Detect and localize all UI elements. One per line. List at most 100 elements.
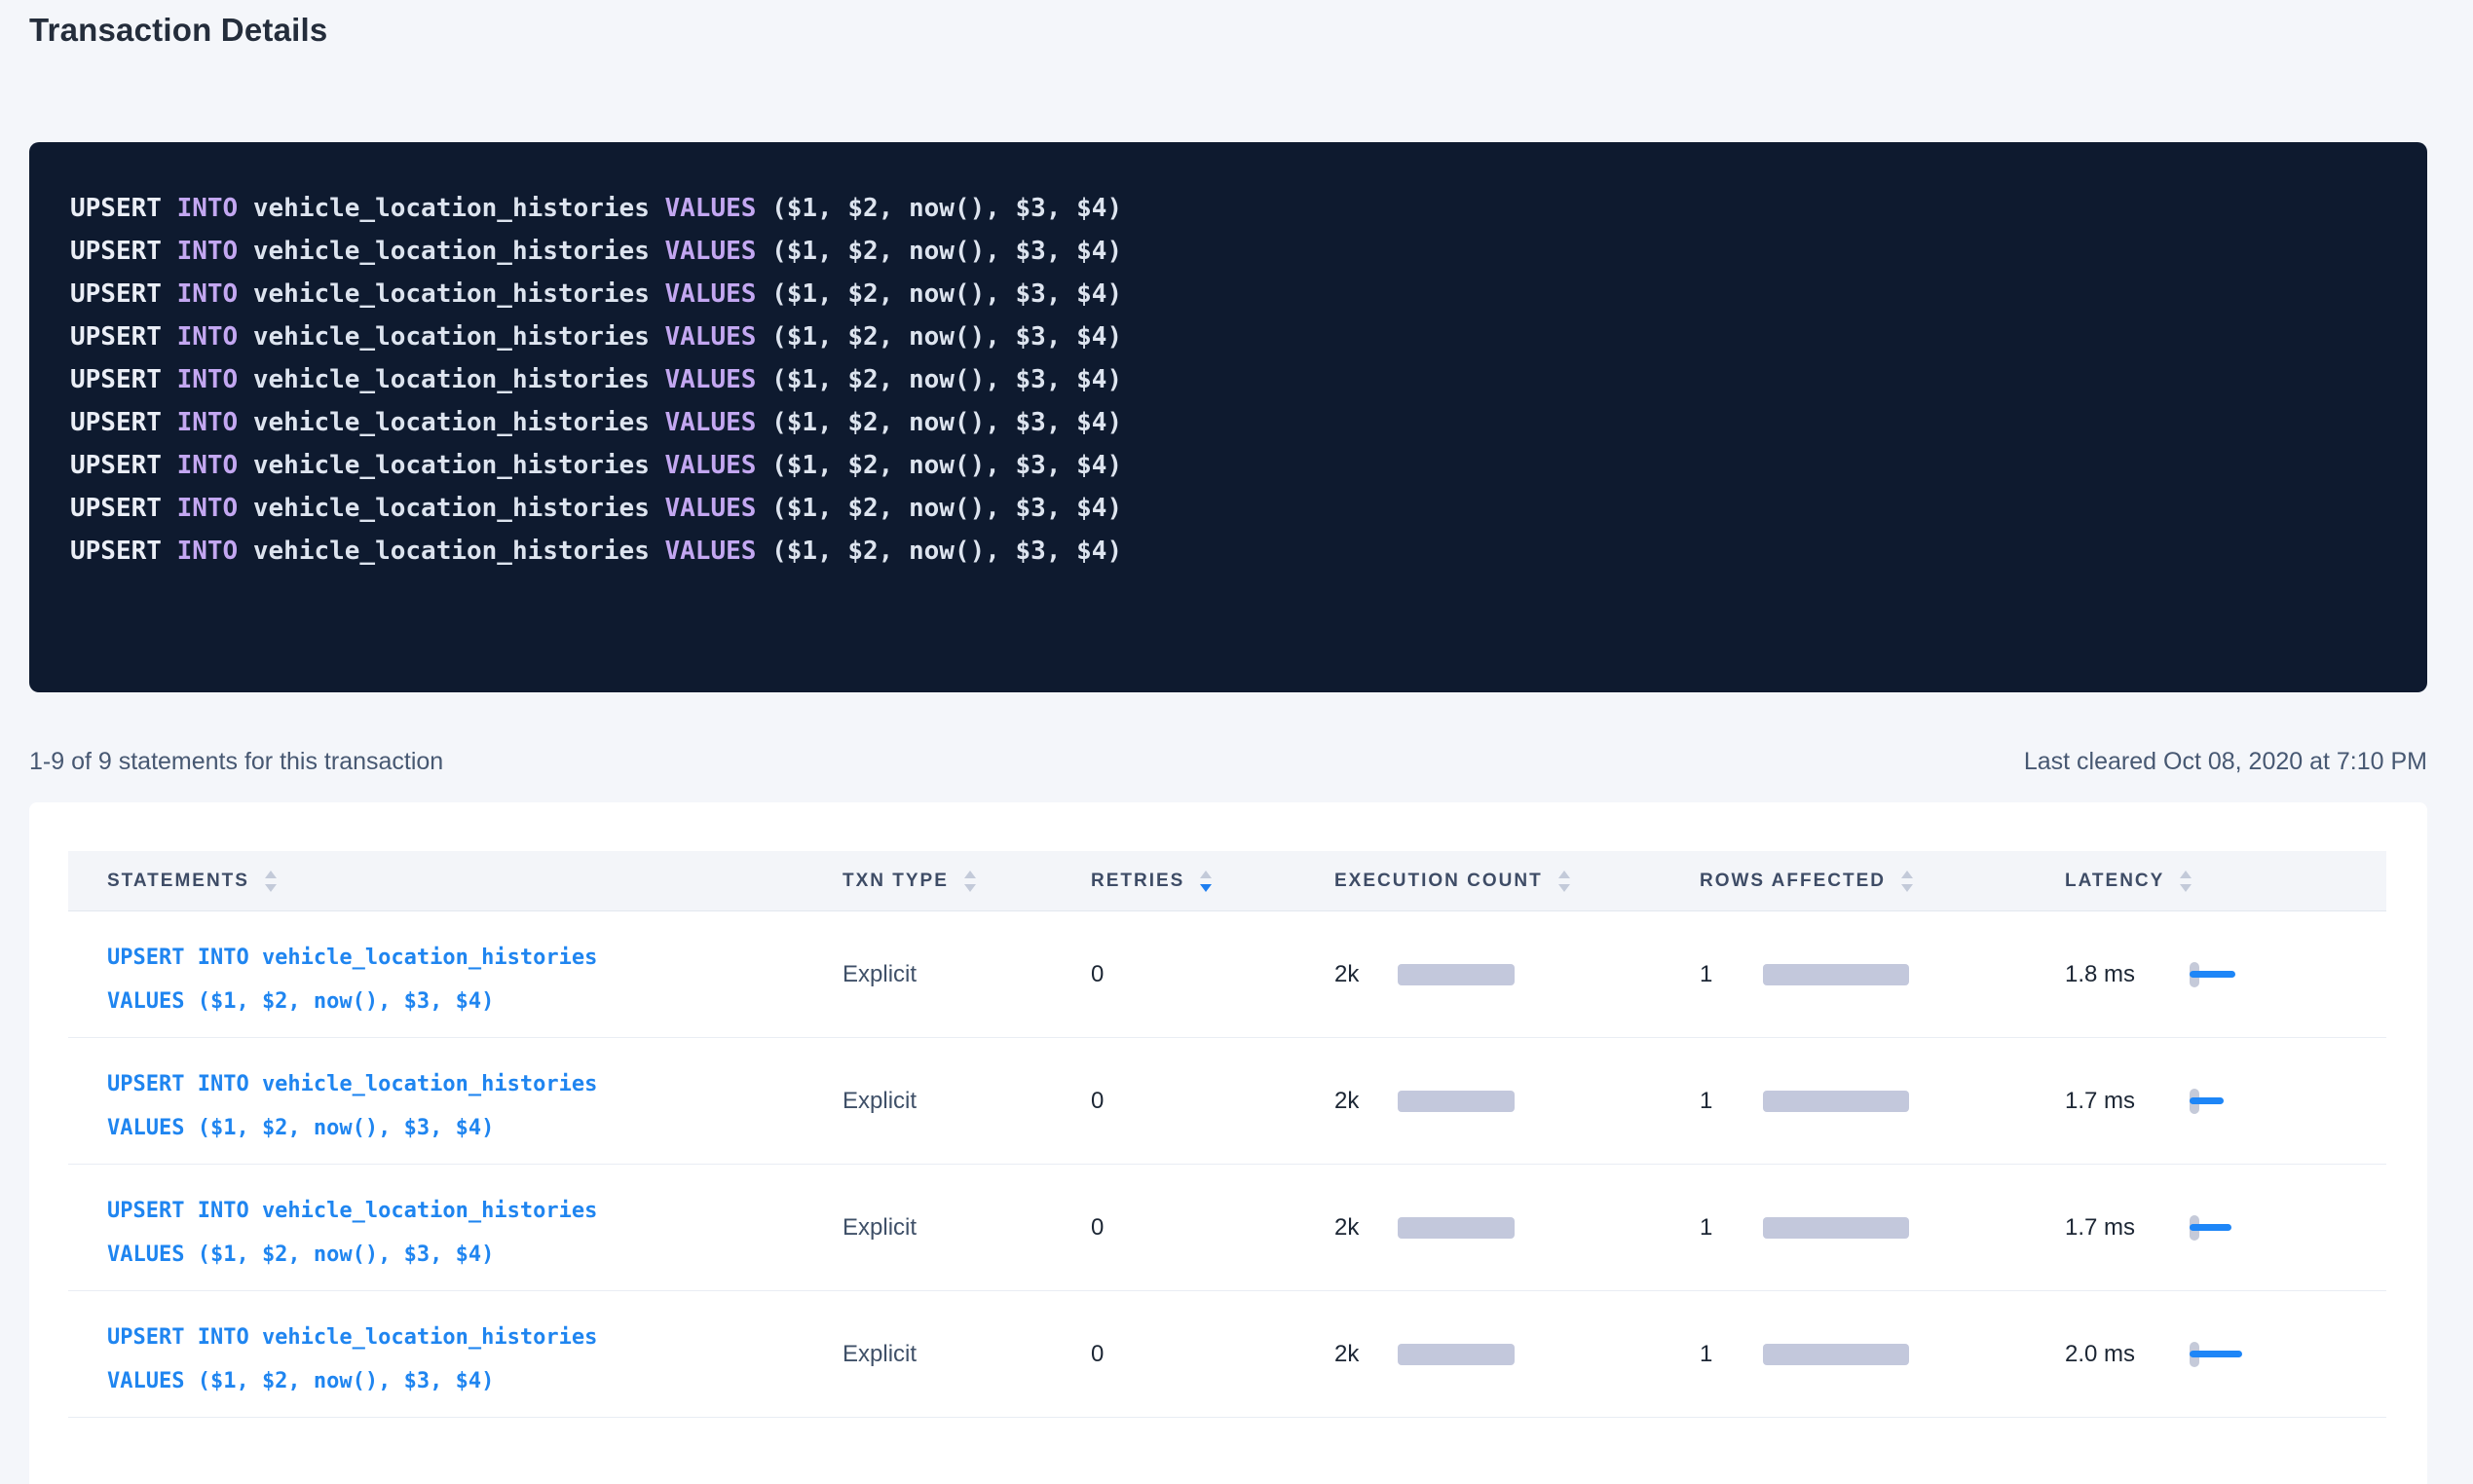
execution-count-value: 2k (1334, 1341, 1398, 1368)
latency-bar-chart (2190, 1341, 2277, 1368)
statement-line-1: UPSERT INTO vehicle_location_histories (107, 936, 833, 980)
column-header-txn-type[interactable]: TXN TYPE (833, 851, 1081, 910)
sort-arrows-icon (1558, 871, 1570, 892)
table-row: UPSERT INTO vehicle_location_historiesVA… (68, 1291, 2386, 1418)
sort-desc-icon (964, 884, 976, 892)
statement-line-2: VALUES ($1, $2, now(), $3, $4) (107, 1233, 833, 1277)
statement-cell: UPSERT INTO vehicle_location_historiesVA… (68, 911, 833, 1037)
rows-affected-value: 1 (1700, 1214, 1763, 1242)
execution-count-cell: 2k (1325, 1291, 1690, 1417)
column-label: RETRIES (1091, 871, 1184, 892)
latency-bar (2190, 971, 2235, 978)
rows-affected-bar (1763, 1344, 1909, 1365)
column-label: TXN TYPE (843, 871, 949, 892)
sort-arrows-icon (2180, 871, 2192, 892)
txn-type-value: Explicit (843, 1341, 917, 1368)
latency-bar (2190, 1097, 2224, 1104)
column-label: EXECUTION COUNT (1334, 871, 1543, 892)
statement-line-2: VALUES ($1, $2, now(), $3, $4) (107, 1359, 833, 1403)
execution-count-bar (1398, 1344, 1515, 1365)
retries-value: 0 (1091, 1341, 1104, 1368)
sort-asc-icon (1200, 871, 1212, 878)
rows-affected-bar (1763, 1091, 1909, 1112)
statement-link[interactable]: UPSERT INTO vehicle_location_historiesVA… (107, 1189, 833, 1277)
execution-count-bar (1398, 1217, 1515, 1239)
latency-cell: 1.7 ms (2055, 1165, 2386, 1290)
rows-affected-value: 1 (1700, 1341, 1763, 1368)
sql-statements-box: UPSERT INTO vehicle_location_histories V… (29, 142, 2427, 692)
sql-statement-line: UPSERT INTO vehicle_location_histories V… (70, 401, 2386, 444)
sort-arrows-icon (1901, 871, 1913, 892)
rows-affected-value: 1 (1700, 1088, 1763, 1115)
execution-count-bar (1398, 964, 1515, 985)
latency-bar-chart (2190, 1214, 2277, 1242)
execution-count-value: 2k (1334, 1214, 1398, 1242)
rows-affected-bar (1763, 964, 1909, 985)
statement-link[interactable]: UPSERT INTO vehicle_location_historiesVA… (107, 1062, 833, 1150)
statement-cell: UPSERT INTO vehicle_location_historiesVA… (68, 1291, 833, 1417)
column-header-execution-count[interactable]: EXECUTION COUNT (1325, 851, 1690, 910)
statement-line-2: VALUES ($1, $2, now(), $3, $4) (107, 980, 833, 1023)
statements-table-body: UPSERT INTO vehicle_location_historiesVA… (68, 911, 2388, 1418)
latency-bar (2190, 1224, 2231, 1231)
retries-value: 0 (1091, 1214, 1104, 1242)
rows-affected-bar (1763, 1217, 1909, 1239)
execution-count-cell: 2k (1325, 911, 1690, 1037)
column-header-statements[interactable]: STATEMENTS (68, 851, 833, 910)
table-row: UPSERT INTO vehicle_location_historiesVA… (68, 1165, 2386, 1291)
sql-statement-line: UPSERT INTO vehicle_location_histories V… (70, 487, 2386, 530)
last-cleared-timestamp: Last cleared Oct 08, 2020 at 7:10 PM (2024, 748, 2427, 776)
latency-value: 1.7 ms (2065, 1214, 2190, 1242)
rows-affected-cell: 1 (1690, 911, 2055, 1037)
rows-affected-cell: 1 (1690, 1165, 2055, 1290)
sql-statement-line: UPSERT INTO vehicle_location_histories V… (70, 230, 2386, 273)
retries-cell: 0 (1081, 1165, 1325, 1290)
retries-value: 0 (1091, 961, 1104, 988)
txn-type-cell: Explicit (833, 1291, 1081, 1417)
sort-asc-icon (265, 871, 277, 878)
execution-count-bar (1398, 1091, 1515, 1112)
sort-arrows-icon (265, 871, 277, 892)
sort-asc-icon (1558, 871, 1570, 878)
txn-type-cell: Explicit (833, 1165, 1081, 1290)
sort-desc-icon (1558, 884, 1570, 892)
txn-type-cell: Explicit (833, 911, 1081, 1037)
table-row: UPSERT INTO vehicle_location_historiesVA… (68, 911, 2386, 1038)
column-header-latency[interactable]: LATENCY (2055, 851, 2386, 910)
column-header-rows-affected[interactable]: ROWS AFFECTED (1690, 851, 2055, 910)
rows-affected-cell: 1 (1690, 1291, 2055, 1417)
latency-value: 1.8 ms (2065, 961, 2190, 988)
txn-type-value: Explicit (843, 1214, 917, 1242)
sort-asc-icon (1901, 871, 1913, 878)
statement-link[interactable]: UPSERT INTO vehicle_location_historiesVA… (107, 936, 833, 1023)
statement-line-1: UPSERT INTO vehicle_location_histories (107, 1189, 833, 1233)
statements-table-header: STATEMENTS TXN TYPE RETRIES EXECUTION COUNT… (68, 851, 2386, 911)
statements-summary-row: 1-9 of 9 statements for this transaction… (29, 748, 2427, 776)
latency-bar-chart (2190, 1088, 2277, 1115)
retries-value: 0 (1091, 1088, 1104, 1115)
column-header-retries[interactable]: RETRIES (1081, 851, 1325, 910)
latency-bar-chart (2190, 961, 2277, 988)
latency-cell: 1.8 ms (2055, 911, 2386, 1037)
statements-count-summary: 1-9 of 9 statements for this transaction (29, 748, 443, 776)
execution-count-value: 2k (1334, 1088, 1398, 1115)
execution-count-cell: 2k (1325, 1038, 1690, 1164)
sort-desc-icon (265, 884, 277, 892)
statement-link[interactable]: UPSERT INTO vehicle_location_historiesVA… (107, 1316, 833, 1403)
sql-statement-line: UPSERT INTO vehicle_location_histories V… (70, 315, 2386, 358)
retries-cell: 0 (1081, 1038, 1325, 1164)
latency-value: 2.0 ms (2065, 1341, 2190, 1368)
retries-cell: 0 (1081, 1291, 1325, 1417)
execution-count-cell: 2k (1325, 1165, 1690, 1290)
sql-statement-line: UPSERT INTO vehicle_location_histories V… (70, 358, 2386, 401)
rows-affected-value: 1 (1700, 961, 1763, 988)
statement-cell: UPSERT INTO vehicle_location_historiesVA… (68, 1038, 833, 1164)
txn-type-value: Explicit (843, 961, 917, 988)
column-label: ROWS AFFECTED (1700, 871, 1886, 892)
column-label: LATENCY (2065, 871, 2164, 892)
latency-cell: 2.0 ms (2055, 1291, 2386, 1417)
sort-asc-icon (2180, 871, 2192, 878)
sql-statement-line: UPSERT INTO vehicle_location_histories V… (70, 273, 2386, 315)
sql-statement-line: UPSERT INTO vehicle_location_histories V… (70, 444, 2386, 487)
statement-cell: UPSERT INTO vehicle_location_historiesVA… (68, 1165, 833, 1290)
